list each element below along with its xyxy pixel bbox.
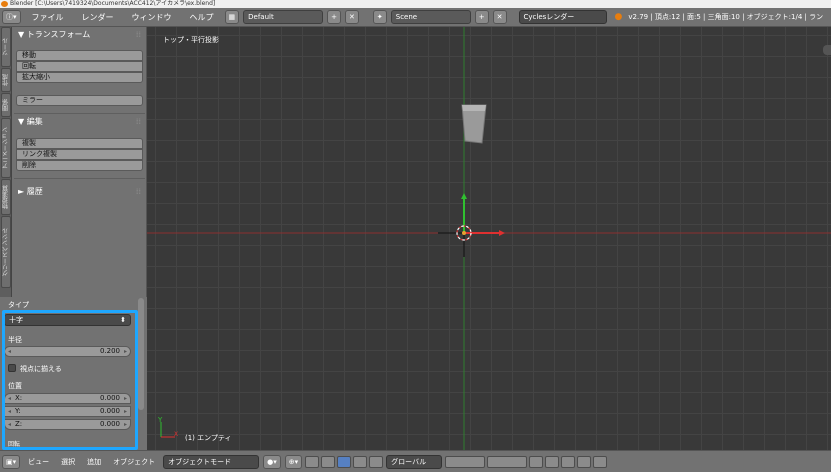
menu-window[interactable]: ウィンドウ (132, 12, 172, 23)
remove-scene-button[interactable]: ✕ (492, 10, 507, 24)
add-layout-button[interactable]: + (327, 10, 342, 24)
type-label: タイプ (8, 301, 29, 309)
scene-field[interactable]: Scene (390, 10, 471, 24)
panel-history-header[interactable]: ► 履歴 ⁞⁞ (14, 185, 145, 199)
window-title: Blender [C:\Users\7419324\Documents\ACC4… (10, 0, 216, 7)
viewport-header: ▣▾ ビュー 選択 追加 オブジェクト オブジェクトモード ●▾ ⊕▾ グローバ… (0, 450, 831, 472)
layers-grid-icon-2[interactable] (487, 455, 528, 468)
editor-type-button[interactable]: ▣▾ (2, 454, 21, 469)
panel-edit-header[interactable]: ▼ 編集 ⁞⁞ (14, 115, 145, 129)
blender-icon: ● (614, 12, 623, 22)
panel-transform-header[interactable]: ▼ トランスフォーム ⁞⁞ (14, 28, 145, 42)
move-button[interactable]: 移動 (16, 50, 143, 61)
mode-select[interactable]: オブジェクトモード (163, 454, 260, 469)
gizmo-y-arrowhead (461, 193, 467, 199)
menu-help[interactable]: ヘルプ (190, 12, 214, 23)
shading-select[interactable]: ●▾ (263, 454, 281, 469)
menu-select[interactable]: 選択 (61, 457, 75, 467)
3d-viewport[interactable]: トップ・平行投影 Y X (1) エンプティ (147, 27, 831, 450)
pivot-select[interactable]: ⊕▾ (284, 454, 303, 469)
duplicate-linked-button[interactable]: リンク複製 (16, 149, 143, 160)
mini-axis-x-label: X (174, 431, 178, 438)
tab-animation[interactable]: アニメーション (1, 118, 11, 178)
tool-shelf: ▼ トランスフォーム ⁞⁞ 移動 回転 拡大縮小 ミラー ▼ 編集 ⁞⁞ 複製 リン… (12, 27, 147, 297)
menu-file[interactable]: ファイル (32, 12, 64, 23)
menu-object[interactable]: オブジェクト (113, 457, 155, 467)
orientation-select[interactable]: グローバル (386, 454, 443, 469)
window-titlebar: Blender [C:\Users\7419324\Documents\ACC4… (0, 0, 831, 8)
tab-tools[interactable]: ツール (1, 27, 11, 67)
highlight-box (2, 310, 138, 450)
remove-layout-button[interactable]: ✕ (345, 10, 359, 24)
render-preview-icon[interactable] (577, 455, 592, 468)
properties-toggle[interactable] (823, 45, 831, 55)
render-engine-select[interactable]: Cyclesレンダー (518, 10, 607, 24)
scene-stats: v2.79 | 頂点:12 | 面:5 | 三角面:10 | オブジェクト:1/… (628, 13, 824, 21)
layout-field[interactable]: Default (243, 10, 324, 24)
duplicate-button[interactable]: 複製 (16, 138, 143, 149)
translate-manipulator-icon[interactable] (337, 455, 352, 468)
rotate-button[interactable]: 回転 (16, 61, 143, 72)
transform-buttons: 移動 回転 拡大縮小 (16, 50, 143, 83)
tab-grease-pencil[interactable]: グリースペンシル (1, 216, 11, 288)
edit-buttons: 複製 リンク複製 削除 (16, 138, 143, 171)
snap-icon[interactable] (305, 455, 320, 468)
scene-icon[interactable]: ✦ (372, 10, 387, 24)
add-scene-button[interactable]: + (474, 10, 489, 24)
panel-transform-title: トランスフォーム (26, 30, 91, 39)
info-editor-button[interactable]: ⓘ▾ (2, 10, 21, 24)
menu-add[interactable]: 追加 (87, 457, 101, 467)
gizmo-x-arrowhead (499, 230, 505, 236)
viewport-canvas: Y X (147, 27, 831, 450)
blender-logo-icon (1, 1, 8, 7)
scale-manipulator-icon[interactable] (369, 455, 384, 468)
snap-target-icon[interactable] (561, 455, 576, 468)
top-menubar: ⓘ▾ ファイル レンダー ウィンドウ ヘルプ ▦ Default + ✕ ✦ S… (0, 8, 831, 27)
tab-physics[interactable]: 物理演算 (1, 179, 11, 215)
layers-grid-icon[interactable] (445, 455, 486, 468)
opengl-render-icon[interactable] (593, 455, 608, 468)
operator-scrollbar[interactable] (138, 298, 144, 410)
panel-history-title: 履歴 (26, 187, 43, 196)
tab-create[interactable]: 作成 (1, 68, 11, 92)
proportional-edit-icon[interactable] (529, 455, 544, 468)
rotate-manipulator-icon[interactable] (353, 455, 368, 468)
object-origin (462, 231, 466, 235)
tab-relations[interactable]: 関係 (1, 93, 11, 117)
active-object-label: (1) エンプティ (185, 434, 232, 442)
delete-button[interactable]: 削除 (16, 160, 143, 171)
snap-element-icon[interactable] (545, 455, 560, 468)
layout-grid-icon[interactable]: ▦ (224, 10, 240, 24)
scale-button[interactable]: 拡大縮小 (16, 72, 143, 83)
mirror-button[interactable]: ミラー (16, 95, 143, 106)
mirror-buttons: ミラー (16, 95, 143, 106)
manipulator-icon[interactable] (321, 455, 336, 468)
mini-axis-y-label: Y (157, 416, 163, 424)
menu-render[interactable]: レンダー (82, 12, 114, 23)
menu-view[interactable]: ビュー (28, 457, 49, 467)
panel-edit-title: 編集 (26, 117, 43, 126)
mesh-object-top (462, 105, 486, 111)
